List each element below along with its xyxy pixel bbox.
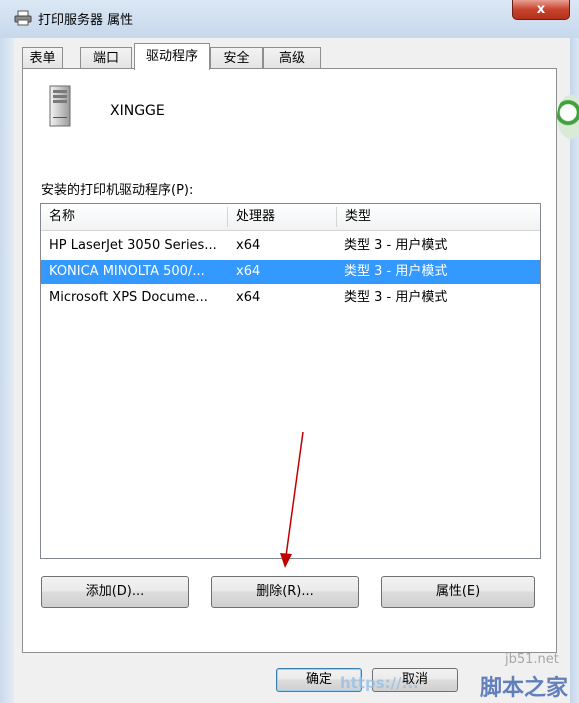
table-row-selected[interactable]: KONICA MINOLTA 500/... x64 类型 3 - 用户模式: [41, 260, 540, 284]
driver-list[interactable]: 名称 处理器 类型 HP LaserJet 3050 Series... x64…: [40, 203, 541, 559]
ok-button[interactable]: 确定: [276, 668, 362, 692]
window-frame-left: [0, 38, 14, 703]
driver-properties-button[interactable]: 属性(E): [381, 576, 535, 608]
column-header-processor[interactable]: 处理器: [228, 204, 336, 230]
cancel-button[interactable]: 取消: [372, 668, 458, 692]
server-name: XINGGE: [110, 103, 165, 119]
server-icon: [49, 85, 71, 127]
tab-advanced[interactable]: 高级: [263, 47, 321, 69]
driver-processor: x64: [236, 290, 261, 305]
printer-icon: [14, 10, 32, 26]
driver-processor: x64: [236, 264, 261, 279]
table-row[interactable]: HP LaserJet 3050 Series... x64 类型 3 - 用户…: [41, 234, 540, 258]
driver-processor: x64: [236, 238, 261, 253]
list-header: 名称 处理器 类型: [41, 204, 540, 231]
tab-forms[interactable]: 表单: [22, 47, 63, 69]
column-header-type[interactable]: 类型: [337, 204, 540, 230]
driver-type: 类型 3 - 用户模式: [344, 264, 448, 279]
driver-name: KONICA MINOLTA 500/...: [49, 264, 205, 279]
tab-security[interactable]: 安全: [210, 47, 263, 69]
table-row[interactable]: Microsoft XPS Docume... x64 类型 3 - 用户模式: [41, 286, 540, 310]
driver-type: 类型 3 - 用户模式: [344, 238, 448, 253]
tab-ports[interactable]: 端口: [80, 47, 132, 69]
driver-name: Microsoft XPS Docume...: [49, 290, 208, 305]
column-header-name[interactable]: 名称: [41, 204, 227, 230]
driver-type: 类型 3 - 用户模式: [344, 290, 448, 305]
close-button[interactable]: x: [512, 0, 570, 20]
window-title: 打印服务器 属性: [38, 13, 134, 28]
add-driver-button[interactable]: 添加(D)...: [41, 576, 189, 608]
tab-drivers[interactable]: 驱动程序: [134, 43, 210, 70]
desktop-gadget-icon: [557, 95, 579, 139]
title-bar: 打印服务器 属性 x: [0, 0, 579, 38]
driver-name: HP LaserJet 3050 Series...: [49, 238, 217, 253]
installed-drivers-label: 安装的打印机驱动程序(P):: [41, 183, 194, 198]
remove-driver-button[interactable]: 删除(R)...: [211, 576, 359, 608]
